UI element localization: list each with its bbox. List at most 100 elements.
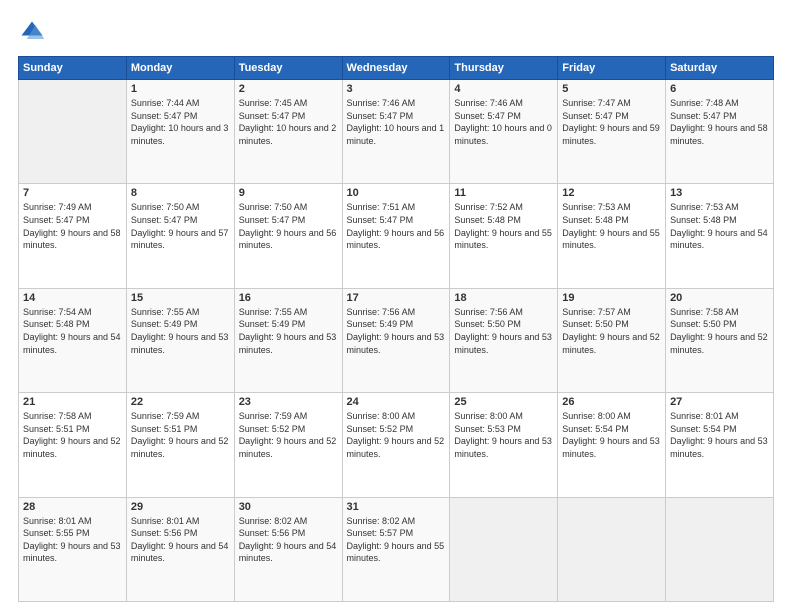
day-number: 7 bbox=[23, 187, 122, 199]
day-info: Sunrise: 8:01 AMSunset: 5:54 PMDaylight:… bbox=[670, 410, 769, 460]
day-info: Sunrise: 7:59 AMSunset: 5:52 PMDaylight:… bbox=[239, 410, 338, 460]
calendar-cell: 20 Sunrise: 7:58 AMSunset: 5:50 PMDayligh… bbox=[666, 288, 774, 392]
calendar-cell bbox=[450, 497, 558, 601]
day-number: 10 bbox=[347, 187, 446, 199]
day-info: Sunrise: 7:49 AMSunset: 5:47 PMDaylight:… bbox=[23, 201, 122, 251]
calendar-cell: 10 Sunrise: 7:51 AMSunset: 5:47 PMDayligh… bbox=[342, 184, 450, 288]
day-info: Sunrise: 7:46 AMSunset: 5:47 PMDaylight:… bbox=[454, 97, 553, 147]
day-info: Sunrise: 8:01 AMSunset: 5:55 PMDaylight:… bbox=[23, 515, 122, 565]
calendar-cell: 24 Sunrise: 8:00 AMSunset: 5:52 PMDayligh… bbox=[342, 393, 450, 497]
day-number: 16 bbox=[239, 292, 338, 304]
day-number: 15 bbox=[131, 292, 230, 304]
day-number: 12 bbox=[562, 187, 661, 199]
column-header-sunday: Sunday bbox=[19, 57, 127, 80]
calendar-cell: 18 Sunrise: 7:56 AMSunset: 5:50 PMDayligh… bbox=[450, 288, 558, 392]
day-info: Sunrise: 7:56 AMSunset: 5:50 PMDaylight:… bbox=[454, 306, 553, 356]
calendar-cell: 13 Sunrise: 7:53 AMSunset: 5:48 PMDayligh… bbox=[666, 184, 774, 288]
day-info: Sunrise: 7:56 AMSunset: 5:49 PMDaylight:… bbox=[347, 306, 446, 356]
day-number: 26 bbox=[562, 396, 661, 408]
day-number: 22 bbox=[131, 396, 230, 408]
calendar-cell: 21 Sunrise: 7:58 AMSunset: 5:51 PMDayligh… bbox=[19, 393, 127, 497]
calendar-cell: 11 Sunrise: 7:52 AMSunset: 5:48 PMDayligh… bbox=[450, 184, 558, 288]
day-info: Sunrise: 7:52 AMSunset: 5:48 PMDaylight:… bbox=[454, 201, 553, 251]
day-number: 25 bbox=[454, 396, 553, 408]
calendar-cell: 9 Sunrise: 7:50 AMSunset: 5:47 PMDaylight… bbox=[234, 184, 342, 288]
day-info: Sunrise: 8:00 AMSunset: 5:53 PMDaylight:… bbox=[454, 410, 553, 460]
day-number: 20 bbox=[670, 292, 769, 304]
day-info: Sunrise: 7:55 AMSunset: 5:49 PMDaylight:… bbox=[131, 306, 230, 356]
day-number: 29 bbox=[131, 501, 230, 513]
day-info: Sunrise: 8:01 AMSunset: 5:56 PMDaylight:… bbox=[131, 515, 230, 565]
day-info: Sunrise: 7:55 AMSunset: 5:49 PMDaylight:… bbox=[239, 306, 338, 356]
day-info: Sunrise: 7:58 AMSunset: 5:51 PMDaylight:… bbox=[23, 410, 122, 460]
calendar-cell: 29 Sunrise: 8:01 AMSunset: 5:56 PMDayligh… bbox=[126, 497, 234, 601]
day-number: 11 bbox=[454, 187, 553, 199]
calendar-cell: 30Sunrise: 8:02 AMSunset: 5:56 PMDayligh… bbox=[234, 497, 342, 601]
logo bbox=[18, 18, 50, 46]
logo-icon bbox=[18, 18, 46, 46]
day-number: 4 bbox=[454, 83, 553, 95]
day-info: Sunrise: 8:02 AMSunset: 5:56 PMDaylight:… bbox=[239, 515, 338, 565]
day-number: 2 bbox=[239, 83, 338, 95]
day-info: Sunrise: 7:57 AMSunset: 5:50 PMDaylight:… bbox=[562, 306, 661, 356]
calendar-cell: 14Sunrise: 7:54 AMSunset: 5:48 PMDayligh… bbox=[19, 288, 127, 392]
day-number: 23 bbox=[239, 396, 338, 408]
day-number: 24 bbox=[347, 396, 446, 408]
calendar: SundayMondayTuesdayWednesdayThursdayFrid… bbox=[18, 56, 774, 602]
day-info: Sunrise: 7:50 AMSunset: 5:47 PMDaylight:… bbox=[131, 201, 230, 251]
calendar-cell: 28 Sunrise: 8:01 AMSunset: 5:55 PMDayligh… bbox=[19, 497, 127, 601]
header bbox=[18, 18, 774, 46]
calendar-cell: 2 Sunrise: 7:45 AMSunset: 5:47 PMDaylight… bbox=[234, 80, 342, 184]
day-info: Sunrise: 8:02 AMSunset: 5:57 PMDaylight:… bbox=[347, 515, 446, 565]
calendar-cell: 16 Sunrise: 7:55 AMSunset: 5:49 PMDayligh… bbox=[234, 288, 342, 392]
calendar-header-row: SundayMondayTuesdayWednesdayThursdayFrid… bbox=[19, 57, 774, 80]
calendar-cell: 31 Sunrise: 8:02 AMSunset: 5:57 PMDayligh… bbox=[342, 497, 450, 601]
calendar-cell: 5 Sunrise: 7:47 AMSunset: 5:47 PMDaylight… bbox=[558, 80, 666, 184]
page: SundayMondayTuesdayWednesdayThursdayFrid… bbox=[0, 0, 792, 612]
day-number: 31 bbox=[347, 501, 446, 513]
calendar-cell: 6Sunrise: 7:48 AMSunset: 5:47 PMDaylight… bbox=[666, 80, 774, 184]
day-number: 21 bbox=[23, 396, 122, 408]
calendar-week-5: 28 Sunrise: 8:01 AMSunset: 5:55 PMDayligh… bbox=[19, 497, 774, 601]
day-info: Sunrise: 8:00 AMSunset: 5:52 PMDaylight:… bbox=[347, 410, 446, 460]
calendar-week-3: 14Sunrise: 7:54 AMSunset: 5:48 PMDayligh… bbox=[19, 288, 774, 392]
day-number: 5 bbox=[562, 83, 661, 95]
day-number: 13 bbox=[670, 187, 769, 199]
day-number: 8 bbox=[131, 187, 230, 199]
column-header-friday: Friday bbox=[558, 57, 666, 80]
calendar-cell: 19 Sunrise: 7:57 AMSunset: 5:50 PMDayligh… bbox=[558, 288, 666, 392]
day-info: Sunrise: 7:50 AMSunset: 5:47 PMDaylight:… bbox=[239, 201, 338, 251]
day-info: Sunrise: 7:45 AMSunset: 5:47 PMDaylight:… bbox=[239, 97, 338, 147]
day-info: Sunrise: 7:51 AMSunset: 5:47 PMDaylight:… bbox=[347, 201, 446, 251]
calendar-cell: 27 Sunrise: 8:01 AMSunset: 5:54 PMDayligh… bbox=[666, 393, 774, 497]
calendar-week-4: 21 Sunrise: 7:58 AMSunset: 5:51 PMDayligh… bbox=[19, 393, 774, 497]
day-number: 1 bbox=[131, 83, 230, 95]
calendar-cell: 12 Sunrise: 7:53 AMSunset: 5:48 PMDayligh… bbox=[558, 184, 666, 288]
day-number: 14 bbox=[23, 292, 122, 304]
day-info: Sunrise: 7:46 AMSunset: 5:47 PMDaylight:… bbox=[347, 97, 446, 147]
calendar-cell: 3Sunrise: 7:46 AMSunset: 5:47 PMDaylight… bbox=[342, 80, 450, 184]
day-info: Sunrise: 8:00 AMSunset: 5:54 PMDaylight:… bbox=[562, 410, 661, 460]
day-number: 6 bbox=[670, 83, 769, 95]
calendar-cell: 1Sunrise: 7:44 AMSunset: 5:47 PMDaylight… bbox=[126, 80, 234, 184]
column-header-thursday: Thursday bbox=[450, 57, 558, 80]
day-number: 18 bbox=[454, 292, 553, 304]
calendar-cell: 26 Sunrise: 8:00 AMSunset: 5:54 PMDayligh… bbox=[558, 393, 666, 497]
calendar-cell bbox=[666, 497, 774, 601]
day-number: 27 bbox=[670, 396, 769, 408]
day-number: 9 bbox=[239, 187, 338, 199]
calendar-cell: 25 Sunrise: 8:00 AMSunset: 5:53 PMDayligh… bbox=[450, 393, 558, 497]
calendar-week-1: 1Sunrise: 7:44 AMSunset: 5:47 PMDaylight… bbox=[19, 80, 774, 184]
day-info: Sunrise: 7:59 AMSunset: 5:51 PMDaylight:… bbox=[131, 410, 230, 460]
day-info: Sunrise: 7:58 AMSunset: 5:50 PMDaylight:… bbox=[670, 306, 769, 356]
day-number: 17 bbox=[347, 292, 446, 304]
calendar-cell: 8 Sunrise: 7:50 AMSunset: 5:47 PMDaylight… bbox=[126, 184, 234, 288]
day-number: 19 bbox=[562, 292, 661, 304]
day-info: Sunrise: 7:53 AMSunset: 5:48 PMDaylight:… bbox=[670, 201, 769, 251]
day-number: 28 bbox=[23, 501, 122, 513]
day-info: Sunrise: 7:47 AMSunset: 5:47 PMDaylight:… bbox=[562, 97, 661, 147]
column-header-saturday: Saturday bbox=[666, 57, 774, 80]
day-info: Sunrise: 7:53 AMSunset: 5:48 PMDaylight:… bbox=[562, 201, 661, 251]
column-header-tuesday: Tuesday bbox=[234, 57, 342, 80]
calendar-cell: 4 Sunrise: 7:46 AMSunset: 5:47 PMDaylight… bbox=[450, 80, 558, 184]
